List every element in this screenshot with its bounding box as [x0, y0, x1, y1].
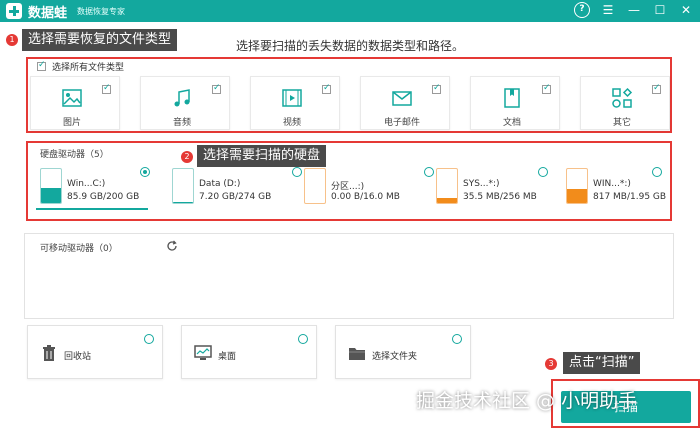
app-name: 数据蛙	[28, 5, 68, 21]
menu-icon[interactable]: ☰	[600, 2, 616, 18]
annotation-2-badge: 2	[181, 151, 193, 163]
help-icon[interactable]: ?	[574, 2, 590, 18]
drive-item[interactable]: 分区...:) 0.00 B/16.0 MB	[304, 166, 434, 210]
annotation-3-label: 点击“扫描”	[563, 352, 641, 374]
image-checkbox[interactable]	[102, 83, 111, 94]
video-icon	[282, 89, 302, 107]
file-type-label: 其它	[612, 118, 631, 128]
drive-size: 817 MB/1.95 GB	[593, 192, 667, 202]
refresh-icon[interactable]	[166, 240, 178, 252]
video-checkbox[interactable]	[322, 83, 331, 94]
drive-size: 35.5 MB/256 MB	[463, 192, 537, 202]
trash-icon	[43, 345, 55, 361]
drive-item[interactable]: Data (D:) 7.20 GB/274 GB	[172, 166, 302, 210]
image-icon	[62, 89, 82, 107]
drive-item[interactable]: WIN...*:) 817 MB/1.95 GB	[566, 166, 696, 210]
folder-icon	[349, 348, 365, 360]
drive-icon	[40, 168, 62, 204]
location-label: 选择文件夹	[372, 352, 418, 362]
other-checkbox[interactable]	[652, 83, 661, 94]
maximize-icon[interactable]: ☐	[652, 2, 668, 18]
drive-radio[interactable]	[424, 167, 434, 177]
select-all-label: 选择所有文件类型	[52, 63, 125, 73]
title-bar: 数据蛙 数据恢复专家 ? ☰ — ☐ ✕	[0, 0, 700, 22]
drive-icon	[304, 168, 326, 204]
close-icon[interactable]: ✕	[678, 2, 694, 18]
drive-name: SYS...*:)	[463, 179, 500, 189]
drive-selected-underline	[36, 208, 148, 210]
removable-drives-title: 可移动驱动器（0）	[40, 244, 118, 254]
file-type-document[interactable]: 文档	[470, 76, 560, 130]
select-all-types[interactable]: 选择所有文件类型	[37, 60, 124, 73]
file-type-video[interactable]: 视频	[250, 76, 340, 130]
file-type-audio[interactable]: 音频	[140, 76, 230, 130]
location-radio[interactable]	[452, 334, 462, 344]
minimize-icon[interactable]: —	[626, 2, 642, 18]
window-controls: ? ☰ — ☐ ✕	[574, 2, 694, 18]
drive-name: 分区...:)	[331, 182, 365, 192]
drive-name: Win...C:)	[67, 179, 106, 189]
file-type-label: 电子邮件	[383, 118, 420, 128]
music-icon	[174, 89, 190, 107]
drive-radio[interactable]	[292, 167, 302, 177]
drive-name: WIN...*:)	[593, 179, 631, 189]
location-recycle-bin[interactable]: 回收站	[27, 325, 163, 379]
drive-icon	[566, 168, 588, 204]
drive-usage-fill	[41, 188, 61, 203]
file-type-label: 图片	[62, 118, 81, 128]
drive-item[interactable]: Win...C:) 85.9 GB/200 GB	[40, 166, 170, 210]
drives-title: 硬盘驱动器（5）	[40, 150, 109, 160]
select-all-checkbox[interactable]	[37, 60, 46, 71]
annotation-3-badge: 3	[545, 358, 557, 370]
drive-radio[interactable]	[652, 167, 662, 177]
app-logo-icon	[6, 3, 22, 19]
drive-size: 7.20 GB/274 GB	[199, 192, 272, 202]
document-icon	[504, 88, 520, 108]
annotation-1-label: 选择需要恢复的文件类型	[22, 29, 178, 51]
drive-icon	[172, 168, 194, 204]
desktop-icon	[194, 345, 212, 360]
document-checkbox[interactable]	[542, 83, 551, 94]
file-type-label: 视频	[282, 118, 301, 128]
location-desktop[interactable]: 桌面	[181, 325, 317, 379]
app-subtitle: 数据恢复专家	[77, 6, 126, 16]
location-select-folder[interactable]: 选择文件夹	[335, 325, 471, 379]
drive-usage-fill	[437, 198, 457, 203]
email-icon	[392, 91, 412, 106]
location-radio[interactable]	[298, 334, 308, 344]
page-heading: 选择要扫描的丢失数据的数据类型和路径。	[236, 39, 465, 53]
drive-radio[interactable]	[538, 167, 548, 177]
file-type-other[interactable]: 其它	[580, 76, 670, 130]
drive-icon	[436, 168, 458, 204]
file-type-label: 音频	[172, 118, 191, 128]
drive-size: 0.00 B/16.0 MB	[331, 192, 400, 202]
removable-drives-panel	[24, 233, 674, 319]
audio-checkbox[interactable]	[212, 83, 221, 94]
drive-name: Data (D:)	[199, 179, 241, 189]
drive-radio[interactable]	[140, 167, 150, 177]
watermark: 掘金技术社区 @ 小明助手	[416, 390, 638, 412]
other-icon	[612, 87, 633, 108]
file-type-email[interactable]: 电子邮件	[360, 76, 450, 130]
file-type-label: 文档	[502, 118, 521, 128]
annotation-1-badge: 1	[6, 34, 18, 46]
annotation-2-label: 选择需要扫描的硬盘	[197, 145, 327, 167]
location-radio[interactable]	[144, 334, 154, 344]
email-checkbox[interactable]	[432, 83, 441, 94]
drive-size: 85.9 GB/200 GB	[67, 192, 140, 202]
file-type-image[interactable]: 图片	[30, 76, 120, 130]
drive-usage-fill	[173, 201, 193, 203]
location-label: 桌面	[218, 352, 237, 362]
drive-usage-fill	[567, 188, 587, 203]
location-label: 回收站	[64, 352, 92, 362]
